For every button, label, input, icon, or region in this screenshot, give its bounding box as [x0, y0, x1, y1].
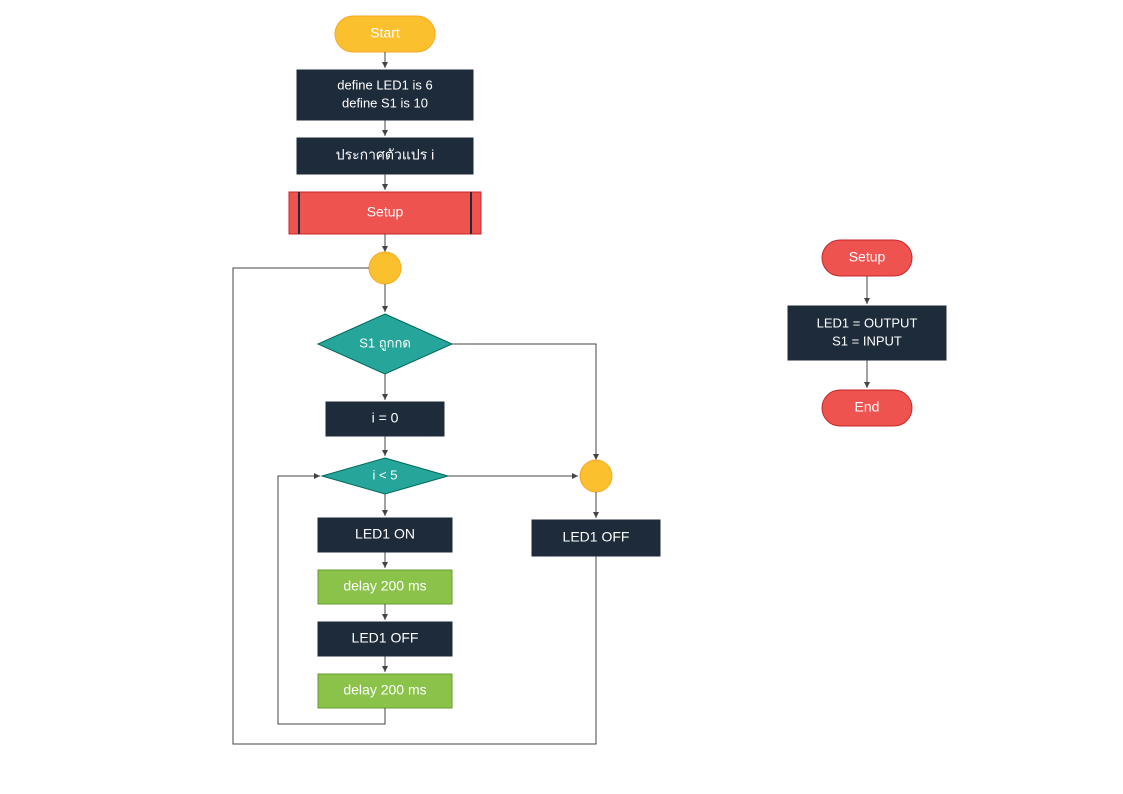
led-on-label: LED1 ON [355, 526, 415, 542]
delay1-label: delay 200 ms [343, 578, 426, 594]
flowchart-canvas: Start define LED1 is 6 define S1 is 10 ป… [0, 0, 1123, 794]
sub-setup-label: Setup [849, 249, 886, 265]
led-off-loop-label: LED1 OFF [352, 630, 419, 646]
define-line2: define S1 is 10 [342, 95, 428, 110]
loop-top-connector [369, 252, 401, 284]
i-zero-label: i = 0 [372, 410, 399, 426]
decision-i5-label: i < 5 [373, 467, 398, 482]
define-line1: define LED1 is 6 [337, 77, 432, 92]
mid-connector [580, 460, 612, 492]
decision-s1-label: S1 ถูกกด [359, 335, 411, 351]
sub-io-line1: LED1 = OUTPUT [817, 315, 918, 330]
start-label: Start [370, 25, 400, 41]
sub-end-label: End [855, 399, 880, 415]
delay2-label: delay 200 ms [343, 682, 426, 698]
declare-i-label: ประกาศตัวแปร i [336, 147, 435, 163]
setup-label: Setup [367, 204, 404, 220]
led-off-right-label: LED1 OFF [563, 529, 630, 545]
sub-io-line2: S1 = INPUT [832, 333, 902, 348]
